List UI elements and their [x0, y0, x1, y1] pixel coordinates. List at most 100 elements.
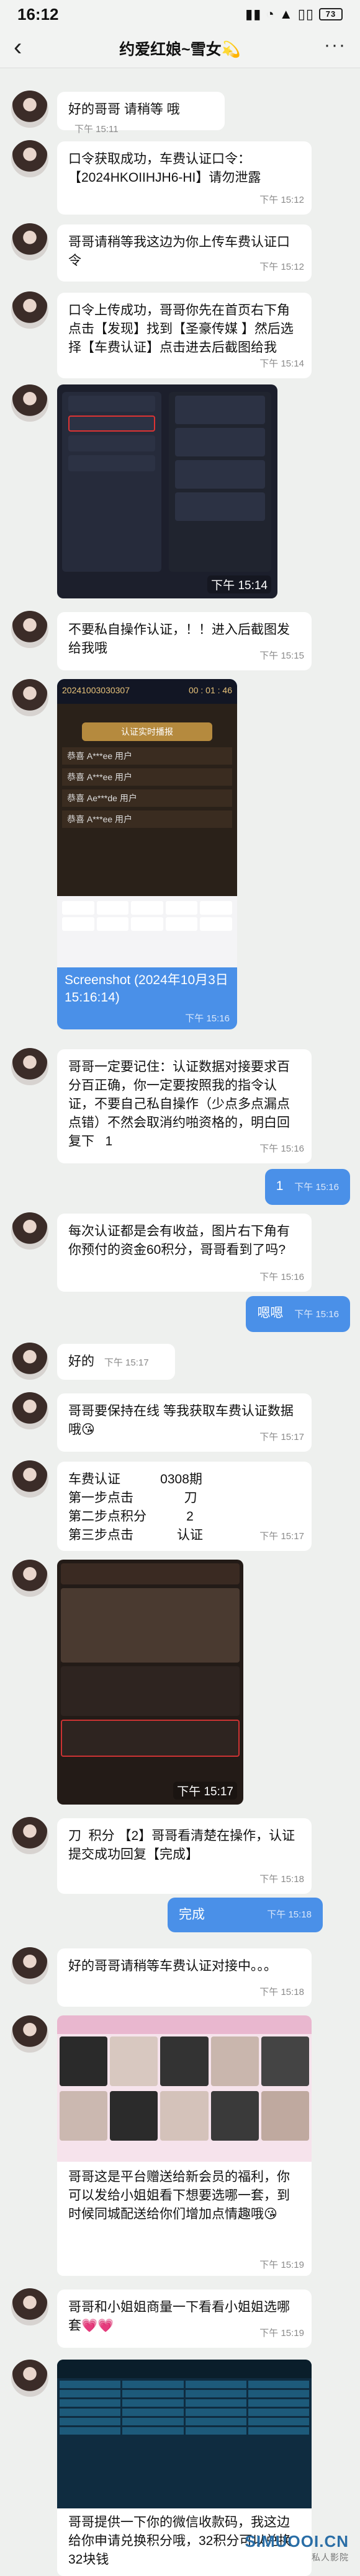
back-icon[interactable]: ‹: [14, 35, 36, 60]
gift-row: [57, 2034, 312, 2089]
avatar[interactable]: [11, 91, 48, 128]
message-bubble[interactable]: 哥哥请稍等我这边为你上传车费认证口令 下午 15:12: [57, 224, 312, 282]
message-bubble[interactable]: 不要私自操作认证，！！进入后截图发给我哦 下午 15:15: [57, 612, 312, 670]
message-time: 下午 15:17: [259, 1531, 304, 1542]
screenshot-image[interactable]: 下午 15:17: [57, 1560, 243, 1805]
message-time: 下午 15:18: [259, 1987, 304, 1997]
message-time: 下午 15:16: [294, 1182, 339, 1193]
image-panel-left: [62, 392, 161, 572]
message-bubble[interactable]: 口令上传成功，哥哥你先在首页右下角点击【发现】找到【圣豪传媒 】然后选择【车费认…: [57, 293, 312, 378]
key: [200, 901, 232, 915]
shot-body: 认证实时播报 恭喜 A***ee 用户 恭喜 A***ee 用户 恭喜 Ae**…: [57, 704, 237, 896]
message-time: 下午 15:16: [259, 1144, 304, 1154]
avatar[interactable]: [11, 679, 48, 716]
status-bar: 16:12 ▮▮ ◔ ▲ ▯▯ 73: [0, 0, 360, 29]
image-time: 下午 15:17: [173, 1782, 237, 1800]
message-sent[interactable]: 嗯嗯 下午 15:16: [246, 1296, 350, 1332]
signal-icon: ▮▮ ◔ ▲ ▯▯: [245, 6, 314, 22]
shot-confirm-button: 认证实时播报: [82, 722, 212, 741]
image-time: 下午 15:14: [207, 575, 271, 593]
avatar[interactable]: [11, 384, 48, 422]
chat-screen: 16:12 ▮▮ ◔ ▲ ▯▯ 73 ‹ 约爱红娘~雪女💫 ··· 好的哥哥 请…: [0, 0, 360, 2576]
avatar[interactable]: [11, 1947, 48, 1984]
message-bubble[interactable]: 好的哥哥请稍等车费认证对接中。。。 下午 15:18: [57, 1948, 312, 2007]
shot-title: 20241003030307: [62, 685, 130, 695]
message-time: 下午 15:17: [104, 1357, 149, 1368]
avatar[interactable]: [11, 1460, 48, 1498]
image-row: [175, 428, 265, 456]
message-received: 好的哥哥 请稍等 哦 下午 15:11: [11, 91, 350, 135]
exchange-image: [57, 2360, 312, 2508]
avatar[interactable]: [11, 140, 48, 177]
avatar[interactable]: [11, 1048, 48, 1085]
message-time: 下午 15:16: [185, 1013, 230, 1024]
avatar[interactable]: [11, 2360, 48, 2397]
gift-banner: [57, 2015, 312, 2034]
message-time: 下午 15:18: [267, 1909, 312, 1920]
message-bubble[interactable]: 哥哥一定要记住：认证数据对接要求百分百正确，你一定要按照我的指令认证，不要自己私…: [57, 1049, 312, 1163]
message-bubble[interactable]: 哥哥和小姐姐商量一下看看小姐姐选哪套💗💗 下午 15:19: [57, 2290, 312, 2348]
avatar[interactable]: [11, 291, 48, 329]
message-received: 好的 下午 15:17: [11, 1343, 350, 1382]
shot-row: 恭喜 A***ee 用户: [62, 747, 232, 765]
message-received: 口令上传成功，哥哥你先在首页右下角点击【发现】找到【圣豪传媒 】然后选择【车费认…: [11, 291, 350, 378]
message-received: 哥哥和小姐姐商量一下看看小姐姐选哪套💗💗 下午 15:19: [11, 2288, 350, 2350]
avatar[interactable]: [11, 1392, 48, 1429]
image-row: [68, 415, 155, 432]
key: [165, 917, 198, 931]
image-block: [61, 1666, 240, 1716]
message-received: 哥哥请稍等我这边为你上传车费认证口令 下午 15:12: [11, 223, 350, 285]
screenshot-image[interactable]: 下午 15:14: [57, 384, 277, 598]
shot-row: 恭喜 Ae***de 用户: [62, 789, 232, 807]
message-sent[interactable]: 1 下午 15:16: [264, 1169, 350, 1205]
avatar[interactable]: [11, 223, 48, 260]
message-bubble[interactable]: 车费认证 0308期 第一步点击 刀 第二步点积分 2 第三步点击 认证 下午 …: [57, 1462, 312, 1551]
status-time: 16:12: [17, 4, 59, 24]
message-time: 下午 15:17: [259, 1432, 304, 1442]
message-bubble[interactable]: 哥哥要保持在线 等我获取车费认证数据哦😘 下午 15:17: [57, 1393, 312, 1452]
image-row: [175, 492, 265, 521]
message-text: 刀 积分 【2】哥哥看清楚在操作，认证提交成功回复【完成】: [68, 1829, 295, 1862]
message-time: 下午 15:19: [259, 2328, 304, 2338]
key: [131, 917, 163, 931]
message-bubble[interactable]: 每次认证都是会有收益，图片右下角有你预付的资金60积分，哥哥看到了吗? 下午 1…: [57, 1214, 312, 1292]
chat-header: ‹ 约爱红娘~雪女💫 ···: [0, 29, 360, 68]
message-received: 刀 积分 【2】哥哥看清楚在操作，认证提交成功回复【完成】 下午 15:18: [11, 1817, 350, 1894]
message-text: 嗯嗯: [257, 1306, 284, 1320]
message-time: 下午 15:19: [259, 2260, 304, 2270]
message-bubble[interactable]: 好的哥哥 请稍等 哦 下午 15:11: [57, 92, 225, 135]
gift-image: [57, 2015, 312, 2162]
message-text: 每次认证都是会有收益，图片右下角有你预付的资金60积分，哥哥看到了吗?: [68, 1224, 290, 1257]
avatar[interactable]: [11, 1343, 48, 1380]
message-time: 下午 15:15: [259, 651, 304, 661]
message-bubble[interactable]: 口令获取成功，车费认证口令：【2024HKOIIHJH6-HI】请勿泄露 下午 …: [57, 141, 312, 215]
image-row: [68, 396, 155, 412]
message-received: 不要私自操作认证，！！进入后截图发给我哦 下午 15:15: [11, 611, 350, 673]
avatar[interactable]: [11, 1817, 48, 1854]
more-icon[interactable]: ···: [324, 36, 346, 55]
message-time: 下午 15:16: [294, 1309, 339, 1320]
message-received: 哥哥这是平台赠送给新会员的福利，你可以发给小姐姐看下想要选哪一套，到时候同城配送…: [11, 2015, 350, 2276]
message-received: 好的哥哥请稍等车费认证对接中。。。 下午 15:18: [11, 1947, 350, 2009]
avatar[interactable]: [11, 2288, 48, 2325]
message-received: 口令获取成功，车费认证口令：【2024HKOIIHJH6-HI】请勿泄露 下午 …: [11, 140, 350, 218]
avatar[interactable]: [11, 2015, 48, 2053]
message-time: 下午 15:11: [74, 124, 119, 135]
avatar[interactable]: [11, 611, 48, 648]
message-bubble[interactable]: 好的 下午 15:17: [57, 1344, 175, 1380]
message-received: 下午 15:14: [11, 384, 350, 598]
shot-header: 20241003030307 00 : 01 : 46: [57, 679, 237, 704]
image-highlight: [61, 1720, 240, 1757]
image-row: [68, 455, 155, 471]
gift-card[interactable]: 哥哥这是平台赠送给新会员的福利，你可以发给小姐姐看下想要选哪一套，到时候同城配送…: [57, 2015, 312, 2276]
message-time: 下午 15:14: [259, 358, 304, 369]
message-bubble[interactable]: 刀 积分 【2】哥哥看清楚在操作，认证提交成功回复【完成】 下午 15:18: [57, 1818, 312, 1894]
avatar[interactable]: [11, 1212, 48, 1250]
message-text: 口令上传成功，哥哥你先在首页右下角点击【发现】找到【圣豪传媒 】然后选择【车费认…: [68, 303, 294, 355]
screenshot-card[interactable]: 20241003030307 00 : 01 : 46 认证实时播报 恭喜 A*…: [57, 679, 237, 1029]
avatar[interactable]: [11, 1560, 48, 1597]
exchange-table: [57, 2378, 312, 2437]
battery-icon: 73: [319, 8, 343, 20]
message-sent[interactable]: 完成 下午 15:18: [168, 1898, 323, 1932]
image-block: [61, 1588, 240, 1663]
